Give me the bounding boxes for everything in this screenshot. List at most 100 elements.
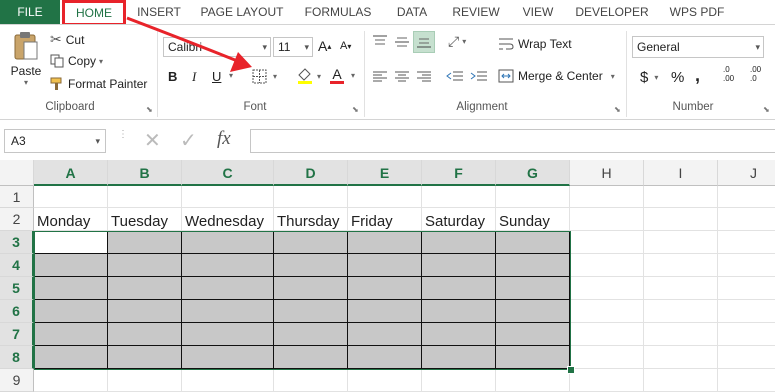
cell-i7[interactable] [644,323,718,346]
cell-d6[interactable] [274,300,348,323]
cell-j3[interactable] [718,231,775,254]
cell-e3[interactable] [348,231,422,254]
tab-view[interactable]: VIEW [516,0,560,24]
row-header-8[interactable]: 8 [0,346,34,369]
tab-formulas[interactable]: FORMULAS [298,0,378,24]
cell-f8[interactable] [422,346,496,369]
column-header-h[interactable]: H [570,160,644,186]
align-bottom-button[interactable] [413,31,435,53]
percent-style-button[interactable]: % [671,69,684,86]
cell-i2[interactable] [644,208,718,231]
cell-b8[interactable] [108,346,182,369]
cell-e2[interactable]: Friday [348,208,422,231]
cell-d1[interactable] [274,186,348,208]
row-header-5[interactable]: 5 [0,277,34,300]
name-box[interactable]: A3 ▾ [4,129,106,153]
cell-c8[interactable] [182,346,274,369]
cut-button[interactable]: ✂ Cut [50,31,84,48]
cell-b9[interactable] [108,369,182,392]
cell-i4[interactable] [644,254,718,277]
cell-g3[interactable] [496,231,570,254]
fill-color-button[interactable]: ▾ [296,67,321,85]
comma-style-button[interactable]: , [695,65,700,86]
cell-j6[interactable] [718,300,775,323]
cell-f5[interactable] [422,277,496,300]
row-header-1[interactable]: 1 [0,186,34,208]
cell-d7[interactable] [274,323,348,346]
cell-j2[interactable] [718,208,775,231]
align-right-icon[interactable] [416,71,432,83]
paste-button[interactable]: Paste ▾ [8,31,44,87]
cell-h9[interactable] [570,369,644,392]
align-top-icon[interactable] [372,35,388,49]
row-header-7[interactable]: 7 [0,323,34,346]
row-header-3[interactable]: 3 [0,231,34,254]
cell-e5[interactable] [348,277,422,300]
column-header-j[interactable]: J [718,160,775,186]
cell-a6[interactable] [34,300,108,323]
wrap-text-button[interactable]: Wrap Text [498,37,572,51]
tab-developer[interactable]: DEVELOPER [570,0,654,24]
underline-dropdown[interactable]: ▾ [226,71,233,80]
cell-f4[interactable] [422,254,496,277]
cell-j1[interactable] [718,186,775,208]
cell-h8[interactable] [570,346,644,369]
italic-button[interactable]: I [192,69,196,85]
fill-handle[interactable] [567,366,575,374]
cell-f6[interactable] [422,300,496,323]
column-header-i[interactable]: I [644,160,718,186]
cell-c3[interactable] [182,231,274,254]
cell-h1[interactable] [570,186,644,208]
cell-c4[interactable] [182,254,274,277]
cell-c9[interactable] [182,369,274,392]
cell-a4[interactable] [34,254,108,277]
cell-g5[interactable] [496,277,570,300]
cell-e7[interactable] [348,323,422,346]
cell-f1[interactable] [422,186,496,208]
cell-d3[interactable] [274,231,348,254]
cell-i3[interactable] [644,231,718,254]
column-header-d[interactable]: D [274,160,348,186]
cell-c7[interactable] [182,323,274,346]
cell-f3[interactable] [422,231,496,254]
column-header-a[interactable]: A [34,160,108,186]
paste-dropdown-icon[interactable]: ▾ [24,78,28,87]
cell-h7[interactable] [570,323,644,346]
cell-g2[interactable]: Sunday [496,208,570,231]
cell-c5[interactable] [182,277,274,300]
insert-function-button[interactable]: fx [217,128,231,150]
orientation-button[interactable]: ⤢ ▾ [448,33,466,50]
number-dialog-launcher-icon[interactable]: ⬊ [763,105,770,114]
column-header-b[interactable]: B [108,160,182,186]
enter-icon[interactable]: ✓ [180,128,197,153]
tab-data[interactable]: DATA [388,0,436,24]
font-size-combo[interactable]: 11 ▾ [273,37,313,57]
row-header-4[interactable]: 4 [0,254,34,277]
cell-d4[interactable] [274,254,348,277]
active-cell[interactable] [34,231,108,254]
cell-j9[interactable] [718,369,775,392]
font-dialog-launcher-icon[interactable]: ⬊ [352,105,359,114]
cell-g9[interactable] [496,369,570,392]
cell-b3[interactable] [108,231,182,254]
number-format-combo[interactable]: General ▾ [632,36,764,58]
column-header-c[interactable]: C [182,160,274,186]
column-header-g[interactable]: G [496,160,570,186]
tab-home[interactable]: HOME [62,0,126,26]
align-middle-icon[interactable] [394,35,410,49]
tab-wps-pdf[interactable]: WPS PDF [662,0,732,24]
increase-indent-icon[interactable] [470,70,488,84]
cell-b5[interactable] [108,277,182,300]
cell-a5[interactable] [34,277,108,300]
merge-center-button[interactable]: Merge & Center ▾ [498,69,615,83]
cell-f7[interactable] [422,323,496,346]
cell-g7[interactable] [496,323,570,346]
decrease-decimal-button[interactable]: .00 .0 [750,65,761,83]
cell-b7[interactable] [108,323,182,346]
cell-h5[interactable] [570,277,644,300]
cell-e4[interactable] [348,254,422,277]
tab-insert[interactable]: INSERT [130,0,188,24]
cell-c1[interactable] [182,186,274,208]
cell-j8[interactable] [718,346,775,369]
cell-h2[interactable] [570,208,644,231]
